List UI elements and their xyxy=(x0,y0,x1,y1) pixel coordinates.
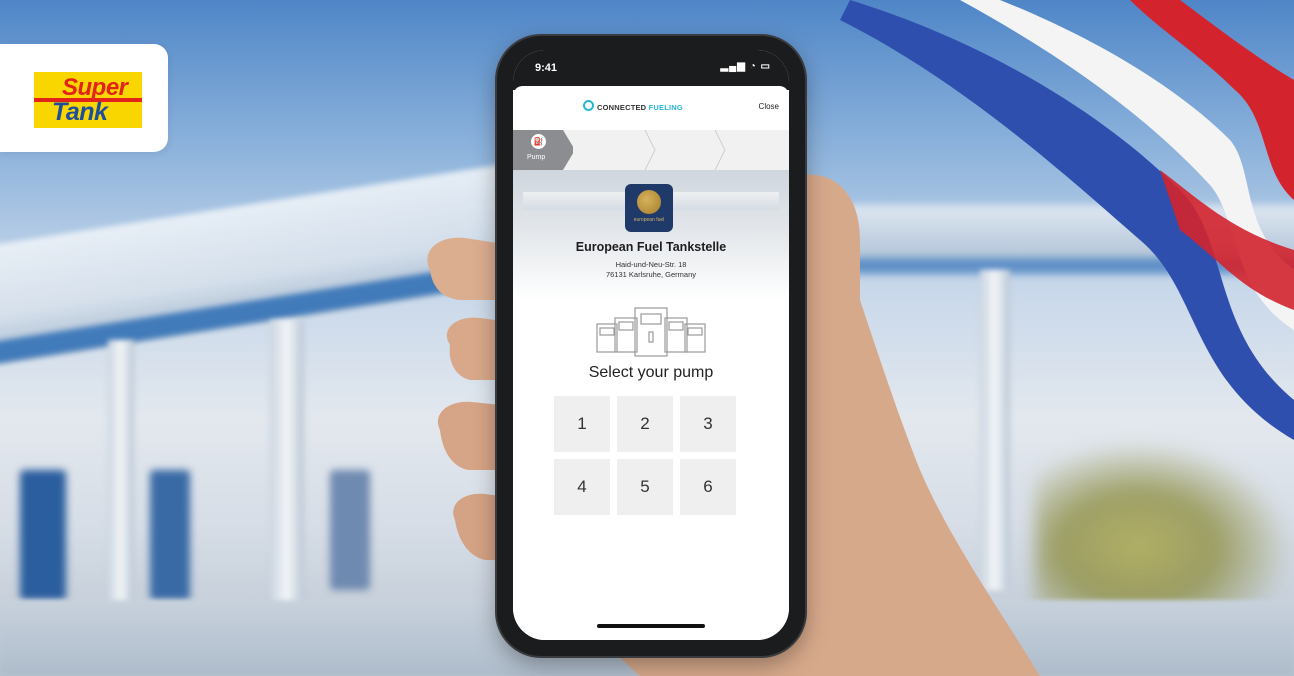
fuel-pumps-illustration xyxy=(596,307,706,357)
chevron-right-icon xyxy=(714,130,726,170)
status-time: 9:41 xyxy=(535,62,558,74)
phone-screen: 9:41 ▂▄▆ ◔ ▭ CONNECTED FUELING Close ⛽ P… xyxy=(513,50,789,640)
select-pump-title: Select your pump xyxy=(588,364,714,381)
smartphone: 9:41 ▂▄▆ ◔ ▭ CONNECTED FUELING Close ⛽ P… xyxy=(497,36,805,656)
logo-text-tank: Tank xyxy=(52,98,108,126)
station-header: european fuel European Fuel Tankstelle H… xyxy=(513,170,789,300)
pump-button-6[interactable]: 6 xyxy=(680,459,736,515)
home-indicator[interactable] xyxy=(597,624,705,628)
station-name: European Fuel Tankstelle xyxy=(575,240,727,254)
pump-button-1[interactable]: 1 xyxy=(554,396,610,452)
app-navbar: CONNECTED FUELING Close xyxy=(513,86,789,131)
fuel-pump-icon: ⛽ xyxy=(531,134,546,149)
station-address-line1: Haid-und-Neu-Str. 18 xyxy=(615,260,687,269)
app-brand: CONNECTED FUELING xyxy=(597,103,683,112)
battery-icon: ▭ xyxy=(760,61,771,72)
supertank-logo: Super Tank xyxy=(34,72,142,128)
pump-button-2[interactable]: 2 xyxy=(617,396,673,452)
status-icons: ▂▄▆ ◔ ▭ xyxy=(720,61,771,72)
station-logo-text: european fuel xyxy=(633,217,665,223)
step-label: Pump xyxy=(527,154,546,161)
close-button[interactable]: Close xyxy=(759,102,779,111)
status-bar: 9:41 ▂▄▆ ◔ ▭ xyxy=(513,50,789,90)
connected-fueling-logo-icon xyxy=(583,100,594,111)
pump-button-4[interactable]: 4 xyxy=(554,459,610,515)
brand-prefix: CONNECTED xyxy=(597,103,647,112)
progress-steps: ⛽ Pump xyxy=(513,130,789,171)
brand-logo-card: Super Tank xyxy=(0,44,168,152)
station-address-line2: 76131 Karlsruhe, Germany xyxy=(605,270,697,279)
notch xyxy=(583,50,719,76)
station-logo: european fuel xyxy=(625,184,673,232)
pump-button-5[interactable]: 5 xyxy=(617,459,673,515)
chevron-right-icon xyxy=(644,130,656,170)
app-sheet: CONNECTED FUELING Close ⛽ Pump european … xyxy=(513,86,789,640)
wifi-icon: ◔ xyxy=(749,61,757,72)
pump-button-3[interactable]: 3 xyxy=(680,396,736,452)
station-logo-emblem xyxy=(637,190,661,214)
brand-accent: FUELING xyxy=(648,103,683,112)
pump-grid: 1 2 3 4 5 6 xyxy=(554,396,748,515)
signal-icon: ▂▄▆ xyxy=(720,61,746,72)
step-pump: ⛽ Pump xyxy=(513,130,573,170)
